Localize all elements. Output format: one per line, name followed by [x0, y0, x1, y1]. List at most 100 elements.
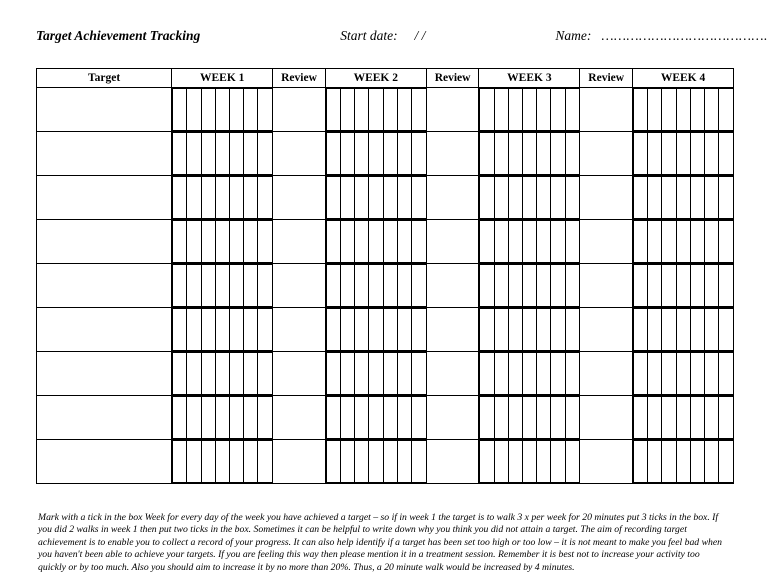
day-cell[interactable] — [411, 309, 425, 351]
day-cell[interactable] — [508, 221, 522, 263]
day-cell[interactable] — [523, 309, 537, 351]
day-cell[interactable] — [326, 265, 340, 307]
day-cell[interactable] — [355, 265, 369, 307]
week-cell[interactable] — [479, 308, 580, 352]
day-cell[interactable] — [634, 309, 648, 351]
week-cell[interactable] — [325, 264, 426, 308]
day-cell[interactable] — [565, 441, 579, 483]
day-cell[interactable] — [719, 133, 733, 175]
review-cell[interactable] — [273, 88, 326, 132]
day-cell[interactable] — [355, 177, 369, 219]
day-cell[interactable] — [230, 177, 244, 219]
day-cell[interactable] — [565, 397, 579, 439]
day-cell[interactable] — [676, 309, 690, 351]
day-cell[interactable] — [173, 441, 187, 483]
day-cell[interactable] — [215, 265, 229, 307]
day-cell[interactable] — [690, 353, 704, 395]
day-cell[interactable] — [648, 265, 662, 307]
day-cell[interactable] — [369, 89, 383, 131]
day-cell[interactable] — [258, 133, 272, 175]
week-cell[interactable] — [172, 440, 273, 484]
day-cell[interactable] — [690, 265, 704, 307]
day-cell[interactable] — [230, 309, 244, 351]
day-cell[interactable] — [173, 309, 187, 351]
day-cell[interactable] — [494, 353, 508, 395]
day-cell[interactable] — [215, 221, 229, 263]
day-cell[interactable] — [648, 397, 662, 439]
day-cell[interactable] — [565, 221, 579, 263]
day-cell[interactable] — [537, 89, 551, 131]
day-cell[interactable] — [662, 309, 676, 351]
day-cell[interactable] — [383, 353, 397, 395]
day-cell[interactable] — [355, 133, 369, 175]
week-cell[interactable] — [479, 440, 580, 484]
day-cell[interactable] — [480, 177, 494, 219]
day-cell[interactable] — [341, 177, 355, 219]
day-cell[interactable] — [537, 441, 551, 483]
week-cell[interactable] — [633, 396, 734, 440]
day-cell[interactable] — [565, 177, 579, 219]
day-cell[interactable] — [369, 353, 383, 395]
day-cell[interactable] — [341, 397, 355, 439]
day-cell[interactable] — [480, 89, 494, 131]
day-cell[interactable] — [355, 441, 369, 483]
day-cell[interactable] — [494, 441, 508, 483]
week-cell[interactable] — [172, 264, 273, 308]
day-cell[interactable] — [551, 221, 565, 263]
day-cell[interactable] — [705, 221, 719, 263]
day-cell[interactable] — [326, 441, 340, 483]
day-cell[interactable] — [230, 221, 244, 263]
day-cell[interactable] — [215, 309, 229, 351]
day-cell[interactable] — [537, 177, 551, 219]
day-cell[interactable] — [411, 353, 425, 395]
day-cell[interactable] — [341, 309, 355, 351]
review-cell[interactable] — [426, 352, 479, 396]
day-cell[interactable] — [634, 397, 648, 439]
day-cell[interactable] — [719, 397, 733, 439]
week-cell[interactable] — [633, 220, 734, 264]
day-cell[interactable] — [397, 441, 411, 483]
day-cell[interactable] — [676, 221, 690, 263]
day-cell[interactable] — [355, 397, 369, 439]
review-cell[interactable] — [273, 440, 326, 484]
day-cell[interactable] — [676, 353, 690, 395]
day-cell[interactable] — [719, 265, 733, 307]
day-cell[interactable] — [369, 221, 383, 263]
day-cell[interactable] — [383, 89, 397, 131]
day-cell[interactable] — [705, 265, 719, 307]
day-cell[interactable] — [341, 441, 355, 483]
day-cell[interactable] — [230, 397, 244, 439]
day-cell[interactable] — [383, 397, 397, 439]
review-cell[interactable] — [580, 440, 633, 484]
day-cell[interactable] — [480, 441, 494, 483]
day-cell[interactable] — [494, 133, 508, 175]
week-cell[interactable] — [325, 220, 426, 264]
day-cell[interactable] — [565, 265, 579, 307]
day-cell[interactable] — [326, 221, 340, 263]
day-cell[interactable] — [258, 265, 272, 307]
week-cell[interactable] — [325, 352, 426, 396]
day-cell[interactable] — [201, 89, 215, 131]
day-cell[interactable] — [326, 309, 340, 351]
day-cell[interactable] — [508, 89, 522, 131]
day-cell[interactable] — [326, 89, 340, 131]
day-cell[interactable] — [187, 89, 201, 131]
day-cell[interactable] — [648, 309, 662, 351]
day-cell[interactable] — [523, 133, 537, 175]
day-cell[interactable] — [676, 397, 690, 439]
week-cell[interactable] — [479, 396, 580, 440]
day-cell[interactable] — [397, 221, 411, 263]
day-cell[interactable] — [258, 441, 272, 483]
day-cell[interactable] — [551, 133, 565, 175]
day-cell[interactable] — [187, 397, 201, 439]
review-cell[interactable] — [273, 264, 326, 308]
day-cell[interactable] — [551, 89, 565, 131]
day-cell[interactable] — [215, 177, 229, 219]
day-cell[interactable] — [258, 397, 272, 439]
day-cell[interactable] — [411, 89, 425, 131]
day-cell[interactable] — [537, 353, 551, 395]
day-cell[interactable] — [690, 397, 704, 439]
day-cell[interactable] — [523, 441, 537, 483]
day-cell[interactable] — [326, 397, 340, 439]
day-cell[interactable] — [480, 265, 494, 307]
